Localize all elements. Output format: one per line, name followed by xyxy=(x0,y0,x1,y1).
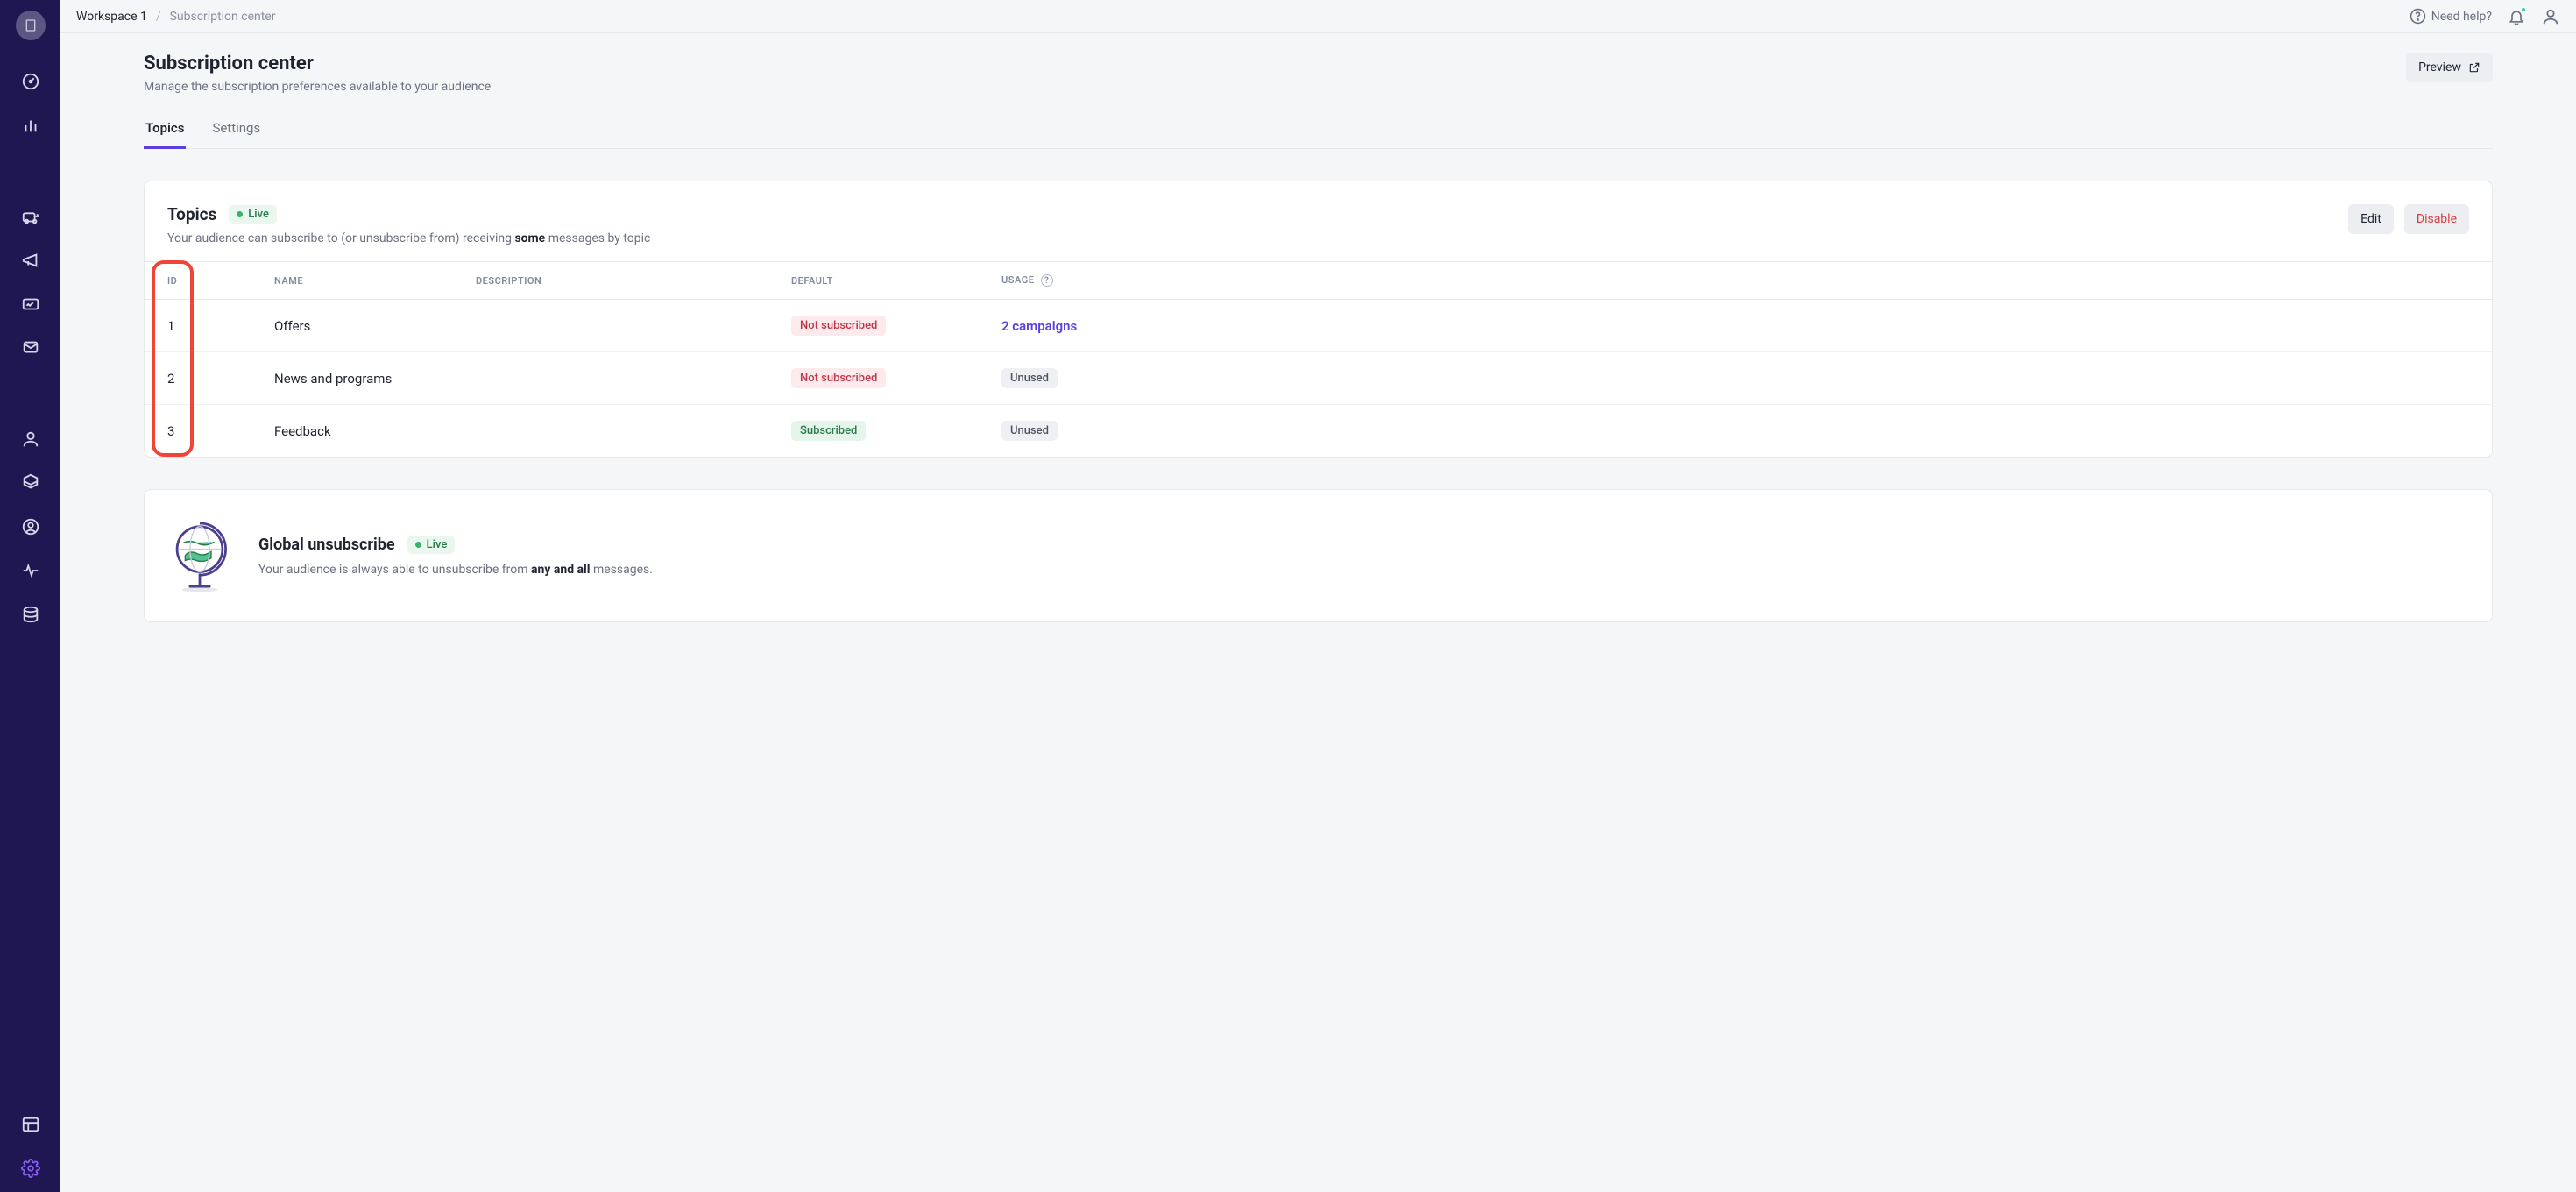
journeys-icon[interactable] xyxy=(21,207,40,226)
usage-pill: Unused xyxy=(1001,368,1058,388)
global-unsubscribe-title: Global unsubscribe xyxy=(258,536,395,554)
broadcast-icon[interactable] xyxy=(21,251,40,270)
cell-default: Subscribed xyxy=(775,405,986,458)
cell-id: 3 xyxy=(145,405,258,458)
table-row[interactable]: 3Feedback Subscribed Unused xyxy=(145,405,2492,458)
cell-id: 2 xyxy=(145,352,258,405)
help-icon xyxy=(2410,8,2426,25)
cell-id: 1 xyxy=(145,300,258,352)
cell-description xyxy=(460,405,775,458)
analytics-icon[interactable] xyxy=(21,116,40,135)
content-icon[interactable] xyxy=(21,1115,40,1134)
col-default: DEFAULT xyxy=(775,262,986,300)
data-icon[interactable] xyxy=(21,605,40,624)
transactional-icon[interactable] xyxy=(21,294,40,314)
page-subtitle: Manage the subscription preferences avai… xyxy=(144,80,491,94)
col-usage: USAGE ? xyxy=(986,262,2492,300)
global-unsubscribe-subtitle: Your audience is always able to unsubscr… xyxy=(258,563,653,577)
preview-button[interactable]: Preview xyxy=(2406,53,2493,82)
globe-icon xyxy=(167,516,232,595)
usage-help-icon[interactable]: ? xyxy=(1041,274,1053,287)
topics-card: Topics Live Your audience can subscribe … xyxy=(144,181,2493,458)
breadcrumb-workspace[interactable]: Workspace 1 xyxy=(76,10,147,24)
table-row[interactable]: 1Offers Not subscribed 2 campaigns xyxy=(145,300,2492,352)
settings-icon[interactable] xyxy=(21,1159,40,1178)
need-help-link[interactable]: Need help? xyxy=(2410,8,2492,25)
cell-default: Not subscribed xyxy=(775,352,986,405)
breadcrumb-separator: / xyxy=(156,10,161,24)
col-description: DESCRIPTION xyxy=(460,262,775,300)
external-link-icon xyxy=(2468,61,2480,74)
account-icon[interactable] xyxy=(2541,7,2560,26)
global-live-label: Live xyxy=(427,538,448,551)
target-icon[interactable] xyxy=(21,517,40,536)
cell-description xyxy=(460,352,775,405)
global-unsubscribe-card: Global unsubscribe Live Your audience is… xyxy=(144,489,2493,622)
topics-live-label: Live xyxy=(248,208,269,221)
col-id: ID xyxy=(145,262,258,300)
default-pill: Not subscribed xyxy=(791,368,886,388)
preview-button-label: Preview xyxy=(2418,60,2461,74)
notifications-button[interactable] xyxy=(2508,8,2525,25)
cell-name: Offers xyxy=(258,300,460,352)
topics-table: ID NAME DESCRIPTION DEFAULT USAGE ? xyxy=(145,261,2492,457)
building-icon xyxy=(24,18,38,32)
col-name: NAME xyxy=(258,262,460,300)
breadcrumb: Workspace 1 / Subscription center xyxy=(76,10,275,24)
cell-description xyxy=(460,300,775,352)
dashboard-icon[interactable] xyxy=(21,72,40,91)
segments-icon[interactable] xyxy=(21,473,40,493)
usage-pill: Unused xyxy=(1001,421,1058,441)
cell-usage: Unused xyxy=(986,352,2492,405)
delivery-icon[interactable] xyxy=(21,338,40,358)
usage-link[interactable]: 2 campaigns xyxy=(1001,318,1077,334)
topbar: Workspace 1 / Subscription center Need h… xyxy=(60,0,2576,33)
page-title: Subscription center xyxy=(144,53,491,74)
topics-card-subtitle: Your audience can subscribe to (or unsub… xyxy=(167,231,650,245)
activity-icon[interactable] xyxy=(21,561,40,580)
people-icon[interactable] xyxy=(21,429,40,449)
table-row[interactable]: 2News and programs Not subscribed Unused xyxy=(145,352,2492,405)
cell-usage: 2 campaigns xyxy=(986,300,2492,352)
cell-default: Not subscribed xyxy=(775,300,986,352)
workspace-switcher[interactable] xyxy=(16,11,46,40)
disable-button[interactable]: Disable xyxy=(2404,204,2469,234)
tab-topics[interactable]: Topics xyxy=(144,120,186,149)
cell-name: News and programs xyxy=(258,352,460,405)
cell-usage: Unused xyxy=(986,405,2492,458)
need-help-label: Need help? xyxy=(2431,10,2492,24)
cell-name: Feedback xyxy=(258,405,460,458)
breadcrumb-current: Subscription center xyxy=(170,10,276,24)
edit-button[interactable]: Edit xyxy=(2348,204,2394,234)
topics-card-title: Topics xyxy=(167,204,216,224)
tabs: Topics Settings xyxy=(144,120,2493,149)
tab-settings[interactable]: Settings xyxy=(210,120,262,149)
topics-live-badge: Live xyxy=(229,205,277,224)
global-live-badge: Live xyxy=(407,536,456,554)
notification-dot xyxy=(2520,6,2527,13)
sidebar xyxy=(0,0,60,1192)
default-pill: Not subscribed xyxy=(791,316,886,336)
default-pill: Subscribed xyxy=(791,421,866,441)
